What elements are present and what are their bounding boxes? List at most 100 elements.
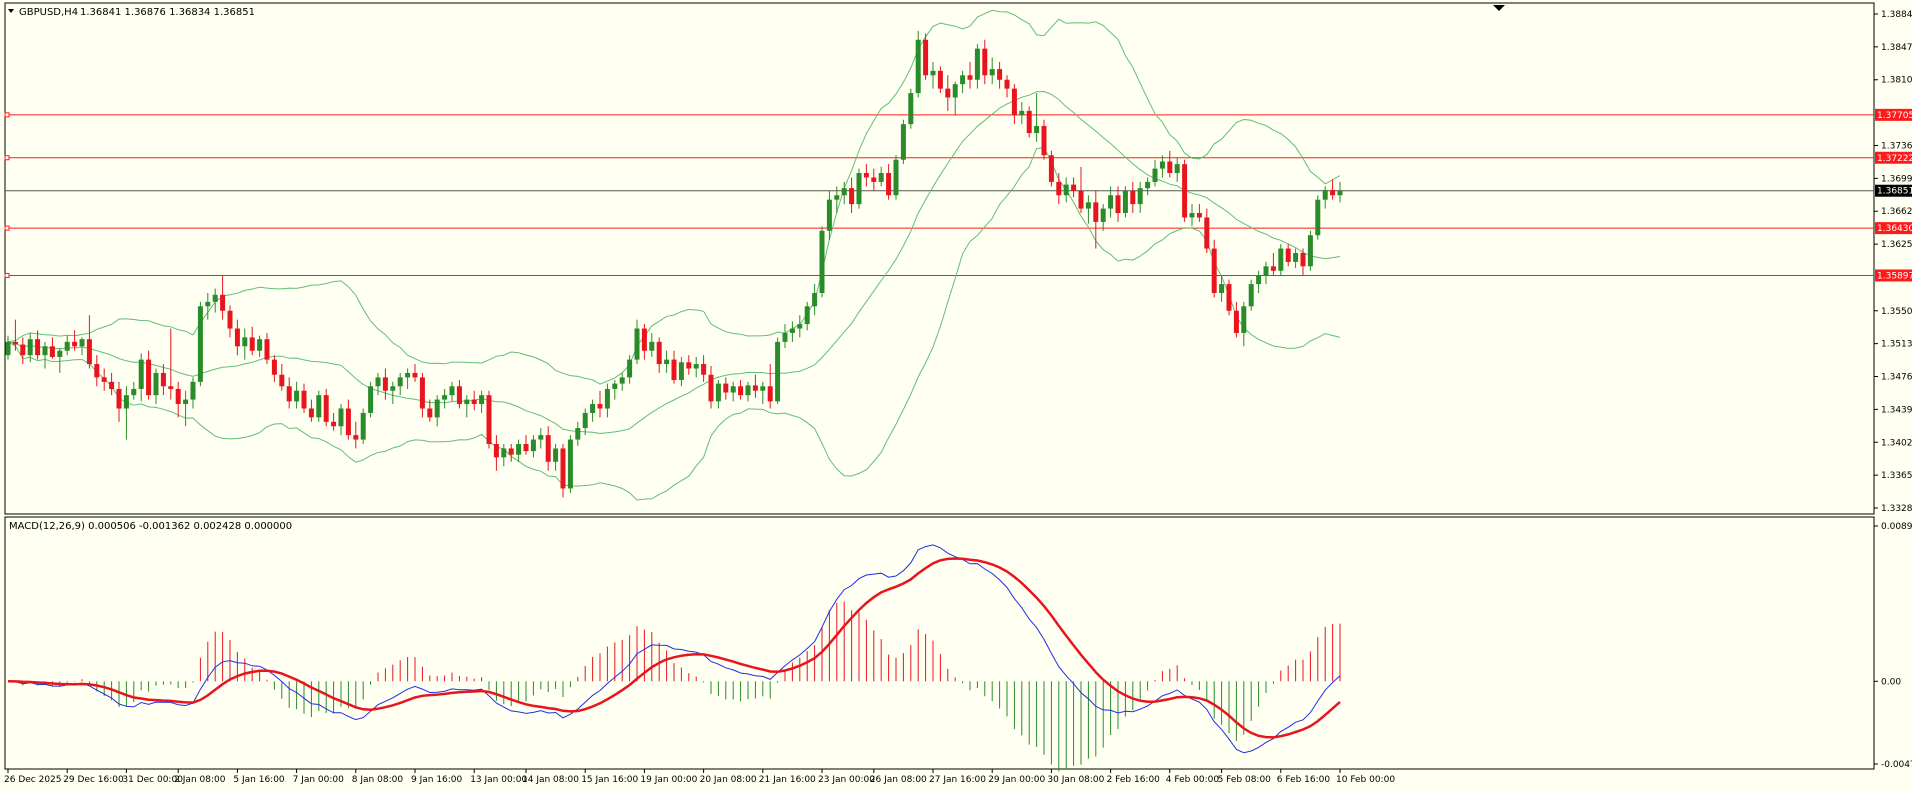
candle-body (1085, 202, 1091, 209)
price-tick-label: 1.36990 (1881, 174, 1912, 184)
candle-body (27, 339, 33, 356)
price-tick-label: 1.38100 (1881, 76, 1912, 86)
time-tick-label: 6 Feb 16:00 (1277, 775, 1331, 785)
candle-body (1152, 168, 1158, 182)
candle-body (782, 332, 788, 342)
time-tick-label: 10 Feb 00:00 (1336, 775, 1395, 785)
candle-body (649, 341, 655, 351)
candle-body (493, 444, 499, 458)
candle-body (427, 408, 433, 418)
candle-body (1189, 213, 1195, 218)
candle-body (508, 448, 514, 455)
candle-body (612, 383, 618, 389)
time-tick-label: 7 Jan 00:00 (293, 775, 345, 785)
candle-body (1130, 190, 1136, 205)
candle-body (1315, 199, 1321, 236)
time-tick-label: 27 Jan 16:00 (929, 775, 986, 785)
candle-body (308, 408, 314, 418)
price-tick-label: 1.34390 (1881, 405, 1912, 415)
time-tick-label: 9 Jan 16:00 (411, 775, 463, 785)
candle-body (1211, 248, 1217, 293)
level-price-label: 1.37705 (1877, 111, 1912, 121)
candle-body (671, 359, 677, 381)
candle-body (1285, 248, 1291, 262)
candle-body (553, 448, 559, 462)
candle-body (168, 386, 174, 389)
candle-body (745, 385, 751, 396)
candle-body (64, 341, 70, 351)
candle-body (220, 294, 226, 311)
candle-body (641, 328, 647, 351)
candle-body (915, 39, 921, 94)
candle-body (101, 377, 107, 382)
candle-body (175, 388, 181, 405)
candle-body (138, 359, 144, 389)
candle-body (1115, 195, 1121, 214)
candle-body (1100, 208, 1106, 222)
time-tick-label: 19 Jan 00:00 (640, 775, 697, 785)
candle-body (523, 444, 529, 452)
candle-body (604, 388, 610, 409)
candle-body (331, 421, 337, 427)
candle-body (760, 386, 766, 391)
candle-body (982, 48, 988, 76)
candle-body (72, 341, 78, 347)
candle-body (197, 306, 203, 382)
candle-body (1300, 253, 1306, 267)
time-tick-label: 4 Feb 00:00 (1166, 775, 1220, 785)
macd-tick-label: 0.00890 (1881, 522, 1912, 532)
candle-body (826, 199, 832, 231)
candle-body (1293, 253, 1299, 262)
candle-body (701, 364, 707, 375)
candle-body (1241, 306, 1247, 333)
candle-body (923, 39, 929, 76)
candle-body (908, 93, 914, 125)
candle-body (730, 386, 736, 393)
candle-body (190, 381, 196, 400)
level-handle (4, 225, 10, 231)
symbol-label: GBPUSD,H4 (19, 7, 78, 18)
candle-body (974, 48, 980, 80)
candle-body (301, 390, 307, 409)
candle-body (397, 377, 403, 387)
candle-body (471, 399, 477, 405)
candle-body (1063, 184, 1069, 196)
time-tick-label: 26 Dec 2025 (4, 775, 62, 785)
candle-body (693, 364, 699, 369)
candle-body (86, 339, 92, 365)
candle-body (856, 173, 862, 205)
candle-body (205, 301, 211, 307)
candle-body (1004, 79, 1010, 89)
candle-body (183, 399, 189, 405)
macd-tick-label: 0.00 (1881, 677, 1901, 687)
price-tick-label: 1.33280 (1881, 504, 1912, 514)
time-tick-label: 29 Jan 00:00 (988, 775, 1045, 785)
level-handle (4, 112, 10, 118)
candle-body (1337, 190, 1343, 196)
candle-body (242, 337, 248, 347)
candle-body (575, 428, 581, 440)
candle-body (464, 399, 470, 405)
candle-body (382, 377, 388, 391)
price-tick-label: 1.36250 (1881, 240, 1912, 250)
candle-body (412, 372, 418, 378)
price-tick-label: 1.38470 (1881, 43, 1912, 53)
candle-body (812, 292, 818, 307)
candle-body (841, 188, 847, 196)
candle-body (35, 339, 41, 356)
candle-body (123, 395, 129, 409)
candle-body (1263, 266, 1269, 276)
candle-body (634, 328, 640, 360)
candle-body (930, 70, 936, 76)
candle-body (146, 359, 152, 396)
price-chart-canvas[interactable]: 1.37705 1.37222 1.36430 1.35897 1.36851 1.38… (0, 0, 1912, 792)
candle-body (797, 324, 803, 329)
candle-body (1167, 161, 1173, 174)
candle-body (479, 395, 485, 405)
candle-body (1307, 235, 1313, 267)
current-price-label: 1.36851 (1877, 187, 1912, 197)
candle-body (516, 444, 522, 455)
candle-body (590, 404, 596, 413)
candle-body (1322, 189, 1328, 200)
candle-body (804, 306, 810, 325)
